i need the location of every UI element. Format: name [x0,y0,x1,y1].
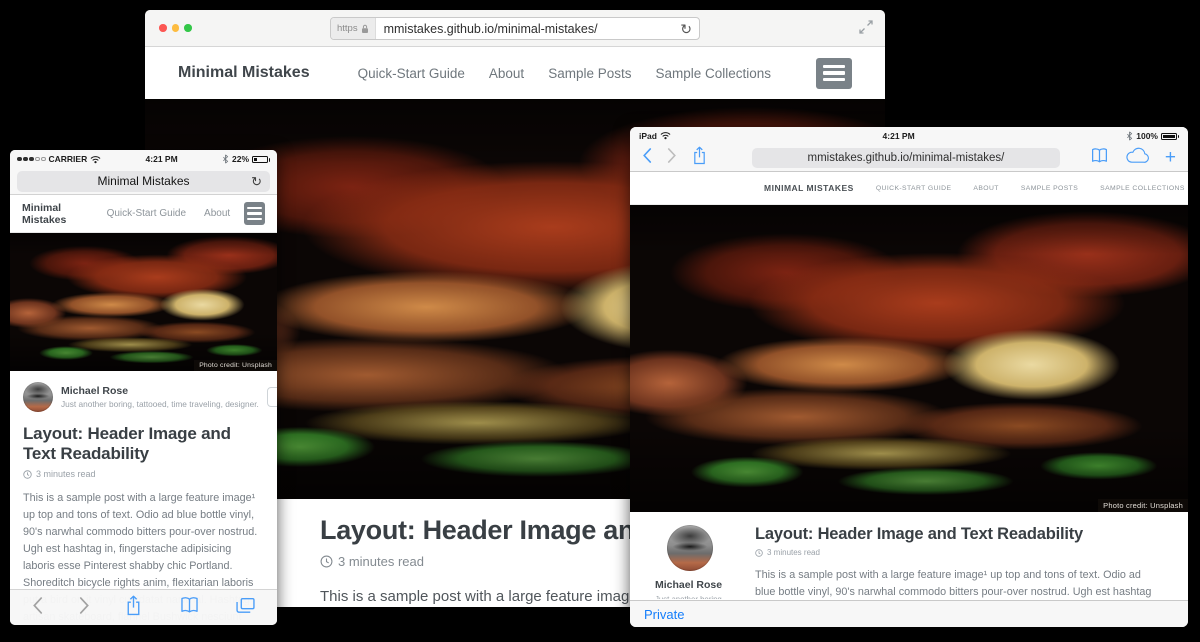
ipad-browser-window: iPad 4:21 PM 100% mmistakes.github.io/mi… [630,127,1188,627]
iphone-browser-window: CARRIER 4:21 PM 22% Minimal Mistakes ↻ M… [10,150,277,625]
iphone-bottom-toolbar [10,589,277,625]
window-controls[interactable] [159,24,192,32]
private-browsing-bar: Private [630,600,1188,627]
clock-icon [755,549,763,557]
bluetooth-icon [1126,131,1133,141]
ipad-photo-credit: Photo credit: Unsplash [1098,499,1188,512]
iphone-site-title-link[interactable]: Minimal Mistakes [22,202,89,226]
wifi-icon [90,155,101,164]
share-icon[interactable] [692,146,707,170]
iphone-site-masthead: Minimal Mistakes Quick-Start Guide About [10,195,277,233]
battery-icon [1161,131,1179,141]
zoom-window-icon[interactable] [184,24,192,32]
device-label: iPad [639,131,657,141]
bookmarks-icon[interactable] [178,596,201,619]
minimize-window-icon[interactable] [172,24,180,32]
close-window-icon[interactable] [159,24,167,32]
battery-percent: 100% [1136,131,1158,141]
clock-icon [320,555,333,568]
ipad-post-title: Layout: Header Image and Text Readabilit… [755,525,1158,544]
author-avatar [667,525,713,571]
iphone-post-title: Layout: Header Image and Text Readabilit… [23,424,264,464]
author-bio: Just another boring, tattooed, time trav… [61,399,259,409]
iphone-url-text[interactable]: Minimal Mistakes [97,174,189,188]
browser-chrome: https mmistakes.github.io/minimal-mistak… [145,10,885,47]
ipad-site-title-link[interactable]: Minimal Mistakes [764,183,854,193]
https-label: https [337,23,358,34]
status-time: 4:21 PM [101,154,222,164]
icloud-tabs-icon[interactable] [1125,147,1150,169]
iphone-read-time: 3 minutes read [36,469,96,479]
ipad-read-time: 3 minutes read [767,548,820,557]
private-label[interactable]: Private [644,607,684,622]
site-title-link[interactable]: Minimal Mistakes [178,64,310,82]
iphone-photo-credit: Photo credit: Unsplash [194,360,277,371]
nav-link-sample-collections[interactable]: Sample Collections [655,66,771,81]
author-name: Michael Rose [61,385,259,397]
iphone-post-meta: 3 minutes read [23,469,264,479]
read-time: 3 minutes read [338,554,424,569]
iphone-url-row: Minimal Mistakes ↻ [10,168,277,195]
wifi-icon [660,131,671,140]
ipad-site-masthead: Minimal Mistakes Quick-Start Guide About… [630,172,1188,205]
ipad-nav-link-about[interactable]: About [973,185,998,192]
ipad-nav-link-sample-posts[interactable]: Sample Posts [1021,185,1078,192]
bookmarks-icon[interactable] [1089,147,1110,169]
menu-toggle-button[interactable] [816,58,852,89]
iphone-address-bar[interactable]: Minimal Mistakes ↻ [17,171,270,192]
forward-icon[interactable] [79,597,90,619]
iphone-nav-link-about[interactable]: About [204,208,230,219]
ipad-address-bar[interactable]: mmistakes.github.io/minimal-mistakes/ [752,148,1060,168]
tabs-icon[interactable] [236,597,255,619]
lock-icon [361,24,369,34]
ipad-feature-image: Photo credit: Unsplash [630,205,1188,512]
https-badge: https [331,18,376,39]
ipad-post-content: Michael Rose Just another boring, tattoo… [630,512,1188,599]
share-icon[interactable] [125,595,142,621]
status-time: 4:21 PM [671,131,1126,141]
back-icon[interactable] [32,597,43,619]
iphone-nav-link-quick-start[interactable]: Quick-Start Guide [107,208,186,219]
author-avatar [23,382,53,412]
url-text[interactable]: mmistakes.github.io/minimal-mistakes/ [376,22,674,36]
author-bio: Just another boring, tattooed, time trav… [655,595,755,599]
ipad-post-paragraph: This is a sample post with a large featu… [755,567,1158,599]
ipad-nav-link-quick-start[interactable]: Quick-Start Guide [876,185,952,192]
follow-button[interactable]: Follow [267,387,277,407]
ipad-post-meta: 3 minutes read [755,548,1158,557]
clock-icon [23,470,32,479]
nav-link-about[interactable]: About [489,66,524,81]
new-tab-icon[interactable]: + [1165,148,1176,167]
iphone-feature-image: Photo credit: Unsplash [10,233,277,371]
ipad-nav-link-sample-collections[interactable]: Sample Collections [1100,185,1185,192]
iphone-reload-icon[interactable]: ↻ [251,171,262,192]
author-name: Michael Rose [655,579,755,591]
ipad-status-bar: iPad 4:21 PM 100% [630,127,1188,144]
signal-strength-icon [17,157,46,162]
author-profile: Michael Rose Just another boring, tattoo… [655,525,755,599]
battery-percent: 22% [232,154,249,164]
fullscreen-icon[interactable] [859,20,873,39]
reload-icon[interactable]: ↻ [673,22,699,36]
iphone-post-content: Michael Rose Just another boring, tattoo… [10,371,277,625]
carrier-label: CARRIER [49,154,88,164]
back-icon[interactable] [642,148,652,168]
ipad-toolbar: mmistakes.github.io/minimal-mistakes/ + [630,144,1188,172]
forward-icon[interactable] [667,148,677,168]
author-profile: Michael Rose Just another boring, tattoo… [23,382,264,412]
nav-link-sample-posts[interactable]: Sample Posts [548,66,631,81]
nav-link-quick-start[interactable]: Quick-Start Guide [358,66,465,81]
address-bar[interactable]: https mmistakes.github.io/minimal-mistak… [330,17,700,40]
iphone-status-bar: CARRIER 4:21 PM 22% [10,150,277,168]
iphone-menu-toggle-button[interactable] [244,202,265,225]
battery-icon [252,154,270,164]
site-masthead: Minimal Mistakes Quick-Start Guide About… [145,47,885,99]
bluetooth-icon [222,154,229,164]
